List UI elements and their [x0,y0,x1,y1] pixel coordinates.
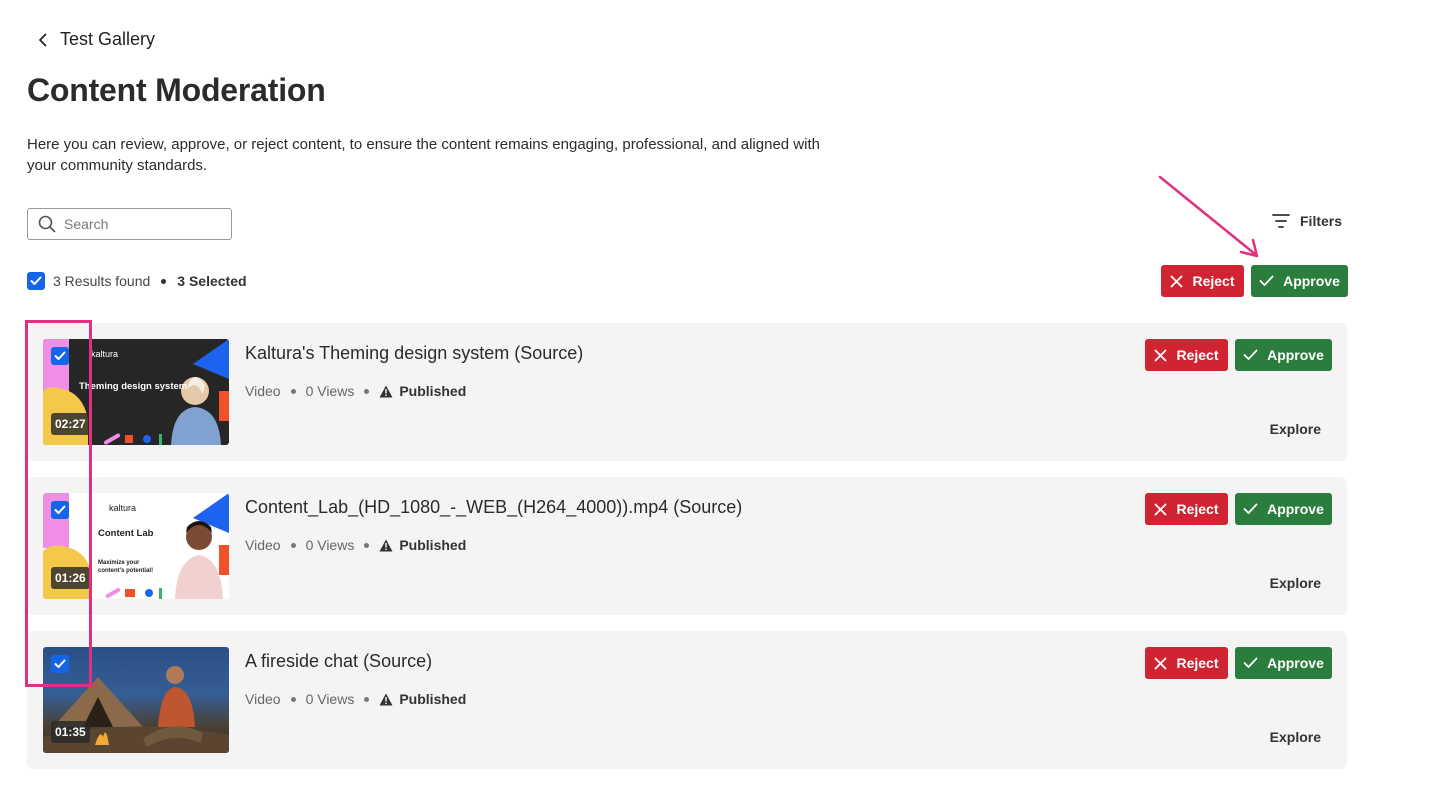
entry-status: Published [379,537,466,553]
entry-title[interactable]: Content_Lab_(HD_1080_-_WEB_(H264_4000)).… [245,497,742,518]
filter-icon [1272,214,1290,228]
thumbnail-brand: kaltura [109,503,137,513]
entry-views: 0 Views [305,537,355,553]
selected-count: 3 Selected [177,273,247,289]
entry-views: 0 Views [305,383,355,399]
duration-badge: 01:35 [51,721,90,743]
explore-link[interactable]: Explore [1270,421,1321,437]
warning-icon [379,693,393,705]
reject-button[interactable]: Reject [1145,339,1228,371]
annotation-arrow [1158,175,1259,258]
entry-card: kaltura Theming design system 02:27 Kalt… [27,323,1347,461]
entry-checkbox[interactable] [51,347,69,365]
duration-badge: 02:27 [51,413,90,435]
results-count: 3 Results found [53,273,151,289]
approve-button[interactable]: Approve [1235,339,1332,371]
entry-type: Video [245,537,281,553]
approve-button[interactable]: Approve [1235,647,1332,679]
reject-button[interactable]: Reject [1145,493,1228,525]
entry-meta: Video 0 Views Published [245,537,466,553]
explore-link[interactable]: Explore [1270,729,1321,745]
check-icon [30,276,42,285]
back-link-label: Test Gallery [60,29,156,49]
warning-icon [379,539,393,551]
duration-badge: 01:26 [51,567,90,589]
filters-label: Filters [1300,213,1343,229]
entry-title[interactable]: A fireside chat (Source) [245,651,432,672]
separator-dot [364,388,370,394]
filters-button[interactable]: Filters [1272,213,1342,229]
approve-label: Approve [1267,501,1324,517]
entry-thumbnail[interactable]: 01:35 [43,647,229,753]
approve-label: Approve [1267,347,1324,363]
entry-title[interactable]: Kaltura's Theming design system (Source) [245,343,583,364]
search-input[interactable] [64,216,214,232]
separator-dot [161,278,167,284]
select-all-checkbox[interactable] [27,272,45,290]
check-icon [54,351,66,360]
close-icon [1155,503,1167,515]
close-icon [1155,349,1167,361]
entry-type: Video [245,383,281,399]
check-icon [54,505,66,514]
bulk-approve-label: Approve [1283,273,1340,289]
bulk-approve-button[interactable]: Approve [1251,265,1348,297]
separator-dot [364,696,370,702]
chevron-left-icon [39,33,47,46]
thumbnail-heading: Theming design system [79,381,188,392]
approve-button[interactable]: Approve [1235,493,1332,525]
entry-status: Published [379,691,466,707]
warning-icon [379,385,393,397]
separator-dot [290,696,296,702]
checkmark-icon [1243,503,1258,514]
entry-thumbnail[interactable]: kaltura Theming design system 02:27 [43,339,229,445]
thumbnail-brand: kaltura [91,349,119,359]
search-icon [38,215,56,233]
thumbnail-heading: Content Lab [98,528,154,539]
entry-status: Published [379,383,466,399]
reject-label: Reject [1176,501,1219,517]
checkmark-icon [1243,657,1258,668]
entry-type: Video [245,691,281,707]
page-description: Here you can review, approve, or reject … [27,136,820,174]
results-bar: 3 Results found 3 Selected [27,272,247,290]
entry-meta: Video 0 Views Published [245,691,466,707]
page-title: Content Moderation [27,72,326,108]
entry-meta: Video 0 Views Published [245,383,466,399]
checkmark-icon [1243,349,1258,360]
check-icon [54,659,66,668]
separator-dot [290,542,296,548]
bulk-reject-label: Reject [1192,273,1235,289]
reject-label: Reject [1176,347,1219,363]
explore-link[interactable]: Explore [1270,575,1321,591]
reject-button[interactable]: Reject [1145,647,1228,679]
close-icon [1155,657,1167,669]
reject-label: Reject [1176,655,1219,671]
entry-status-label: Published [399,537,467,553]
search-box[interactable] [27,208,232,240]
entry-thumbnail[interactable]: kaltura Content Lab Maximize your conten… [43,493,229,599]
thumbnail-subheading: Maximize your content's potential! [98,560,154,574]
separator-dot [364,542,370,548]
approve-label: Approve [1267,655,1324,671]
entry-status-label: Published [399,691,467,707]
checkmark-icon [1259,275,1274,286]
entry-status-label: Published [399,383,467,399]
entry-card: kaltura Content Lab Maximize your conten… [27,477,1347,615]
entry-checkbox[interactable] [51,655,69,673]
entry-views: 0 Views [305,691,355,707]
back-link[interactable]: Test Gallery [36,29,155,50]
entry-checkbox[interactable] [51,501,69,519]
entry-card: 01:35 A fireside chat (Source) Video 0 V… [27,631,1347,769]
close-icon [1171,275,1183,287]
separator-dot [290,388,296,394]
bulk-reject-button[interactable]: Reject [1161,265,1244,297]
